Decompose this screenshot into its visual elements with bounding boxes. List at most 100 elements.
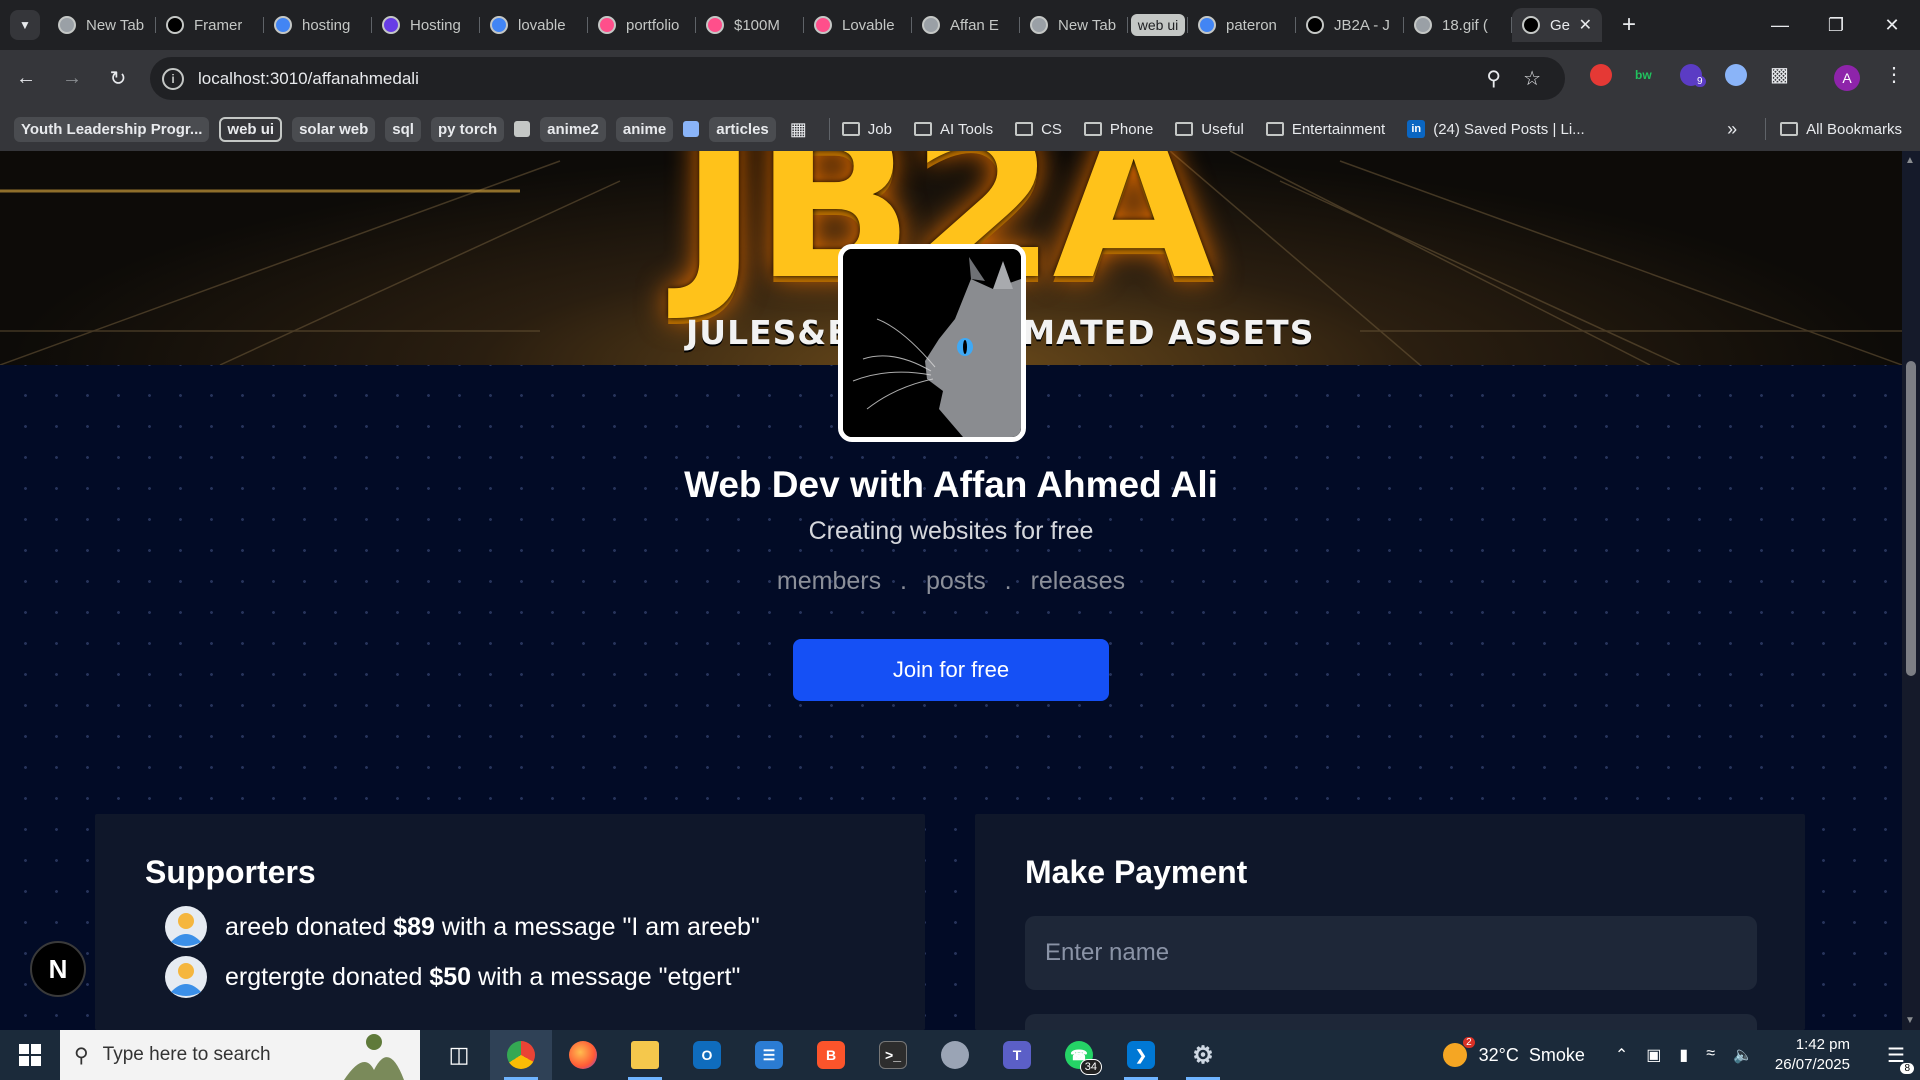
weather-widget[interactable]: 2 32°C Smoke <box>1442 1037 1585 1067</box>
site-info-icon[interactable]: i <box>162 67 184 90</box>
restore-button[interactable]: ❐ <box>1808 0 1864 50</box>
bookmark-folder[interactable]: Job <box>841 121 892 138</box>
tab-search-button[interactable]: ▼ <box>10 10 40 40</box>
taskbar-brave[interactable]: B <box>800 1030 862 1080</box>
tab[interactable]: portfolio <box>588 8 696 42</box>
tab[interactable]: Affan E <box>912 8 1020 42</box>
zoom-icon[interactable]: ⚲ <box>1486 66 1501 91</box>
tab-title: $100M <box>734 16 780 34</box>
name-input[interactable] <box>1025 916 1757 990</box>
forward-button[interactable]: → <box>52 59 92 99</box>
taskbar-file-explorer[interactable] <box>614 1030 676 1080</box>
extension-badge-icon[interactable]: 9 <box>1680 64 1706 87</box>
task-view-button[interactable]: ◫ <box>428 1030 490 1080</box>
bookmark-linkedin[interactable]: in (24) Saved Posts | Li... <box>1407 120 1585 138</box>
tab[interactable]: hosting <box>264 8 372 42</box>
bookmark-star-icon[interactable]: ☆ <box>1523 66 1541 91</box>
more-bookmarks-icon[interactable]: » <box>1727 119 1737 140</box>
scroll-up-arrow-icon[interactable]: ▲ <box>1905 155 1915 166</box>
weather-temperature: 32°C <box>1478 1044 1519 1065</box>
search-highlight-image <box>344 1034 404 1080</box>
bookmark-folder[interactable]: Phone <box>1083 121 1153 138</box>
volume-icon[interactable]: 🔈 <box>1733 1045 1753 1065</box>
tab[interactable]: Framer <box>156 8 264 42</box>
new-tab-button[interactable]: + <box>1612 8 1646 42</box>
extension-adblock-icon[interactable] <box>1590 64 1612 86</box>
bookmark-item[interactable] <box>514 121 531 137</box>
tab[interactable]: Lovable <box>804 8 912 42</box>
profile-avatar[interactable]: A <box>1834 65 1860 91</box>
supporter-message-prefix: with a message <box>471 962 659 991</box>
taskbar-chrome[interactable] <box>490 1030 552 1080</box>
bookmark-item[interactable]: web ui <box>219 116 283 142</box>
bookmark-item[interactable]: anime <box>615 116 674 142</box>
chrome-icon <box>1030 16 1048 34</box>
bookmark-item[interactable]: solar web <box>292 116 376 142</box>
taskbar-teams[interactable]: T <box>986 1030 1048 1080</box>
meet-now-icon[interactable]: ▣ <box>1646 1045 1661 1065</box>
tab[interactable]: pateron <box>1188 8 1296 42</box>
reload-button[interactable]: ↻ <box>98 59 138 99</box>
tab[interactable]: New Tab <box>48 8 156 42</box>
tab[interactable]: lovable <box>480 8 588 42</box>
chevron-up-icon[interactable]: ⌃ <box>1615 1045 1628 1065</box>
tab[interactable]: New Tab <box>1020 8 1128 42</box>
taskbar-whatsapp[interactable]: ☎ 34 <box>1048 1030 1110 1080</box>
taskbar-app-blue[interactable]: ☰ <box>738 1030 800 1080</box>
scroll-down-arrow-icon[interactable]: ▼ <box>1905 1015 1915 1026</box>
wifi-icon[interactable]: ≈ <box>1706 1045 1715 1065</box>
taskbar-outlook[interactable]: O <box>676 1030 738 1080</box>
extension-search-icon[interactable] <box>1725 64 1747 86</box>
taskbar-search-box[interactable]: ⚲ Type here to search <box>60 1030 420 1080</box>
extensions-puzzle-icon[interactable]: ▩ <box>1770 62 1789 87</box>
next-payment-field[interactable] <box>1025 1014 1757 1030</box>
join-for-free-button[interactable]: Join for free <box>793 639 1109 701</box>
chrome-icon <box>58 16 76 34</box>
bookmark-item[interactable]: articles <box>709 116 776 142</box>
bookmark-item[interactable]: anime2 <box>540 116 606 142</box>
search-icon: ⚲ <box>74 1044 89 1067</box>
tab-group-chip[interactable]: web ui <box>1128 8 1188 42</box>
close-tab-icon[interactable]: ✕ <box>1579 15 1592 35</box>
taskbar-vscode[interactable]: ❯ <box>1110 1030 1172 1080</box>
tab[interactable]: Hosting <box>372 8 480 42</box>
taskbar-terminal[interactable]: >_ <box>862 1030 924 1080</box>
start-button[interactable] <box>0 1030 60 1080</box>
address-url[interactable]: localhost:3010/affanahmedali <box>198 69 419 89</box>
bookmark-folder[interactable]: AI Tools <box>913 121 993 138</box>
bookmark-item[interactable]: Youth Leadership Progr... <box>14 116 210 142</box>
tab-active[interactable]: Ge ✕ <box>1512 8 1602 42</box>
tab[interactable]: 18.gif ( <box>1404 8 1512 42</box>
nextjs-dev-badge[interactable]: N <box>30 941 86 997</box>
bookmark-item[interactable] <box>683 121 700 137</box>
apps-grid-icon[interactable]: ▦ <box>790 119 807 140</box>
back-button[interactable]: ← <box>6 59 46 99</box>
tab[interactable]: $100M <box>696 8 804 42</box>
bookmark-folder[interactable]: Useful <box>1175 121 1244 138</box>
arrow-left-icon: ← <box>16 67 36 89</box>
bookmarks-bar: Youth Leadership Progr... web ui solar web… <box>0 107 1920 151</box>
tab[interactable]: JB2A - J <box>1296 8 1404 42</box>
bookmark-item[interactable]: sql <box>385 116 421 142</box>
taskbar-clock[interactable]: 1:42 pm 26/07/2025 <box>1775 1035 1850 1075</box>
close-window-button[interactable]: ✕ <box>1864 0 1920 50</box>
gear-icon: ⚙ <box>1192 1041 1214 1069</box>
all-bookmarks-button[interactable]: All Bookmarks <box>1806 121 1902 138</box>
page-scrollbar[interactable]: ▲ ▼ <box>1902 151 1920 1030</box>
battery-icon[interactable]: ▮ <box>1679 1045 1688 1065</box>
address-bar[interactable]: i localhost:3010/affanahmedali ⚲ ☆ <box>150 57 1565 100</box>
taskbar-app-cloud[interactable] <box>924 1030 986 1080</box>
scrollbar-thumb[interactable] <box>1906 361 1916 676</box>
browser-menu-icon[interactable]: ⋮ <box>1884 62 1904 87</box>
taskbar-settings[interactable]: ⚙ <box>1172 1030 1234 1080</box>
bookmark-folder[interactable]: Entertainment <box>1265 121 1385 138</box>
minimize-button[interactable]: — <box>1752 0 1808 50</box>
taskbar-firefox[interactable] <box>552 1030 614 1080</box>
notification-center-button[interactable]: ☰ 8 <box>1872 1030 1920 1080</box>
extension-green-icon[interactable]: bw <box>1635 68 1652 82</box>
tab-title: Hosting <box>410 16 461 34</box>
taskbar-apps: ◫ O ☰ B >_ T ☎ 34 ❯ ⚙ <box>428 1030 1234 1080</box>
supporter-row: areeb donated $89 with a message "I am a… <box>165 906 760 948</box>
bookmark-item[interactable]: py torch <box>430 116 505 142</box>
bookmark-folder[interactable]: CS <box>1015 121 1062 138</box>
